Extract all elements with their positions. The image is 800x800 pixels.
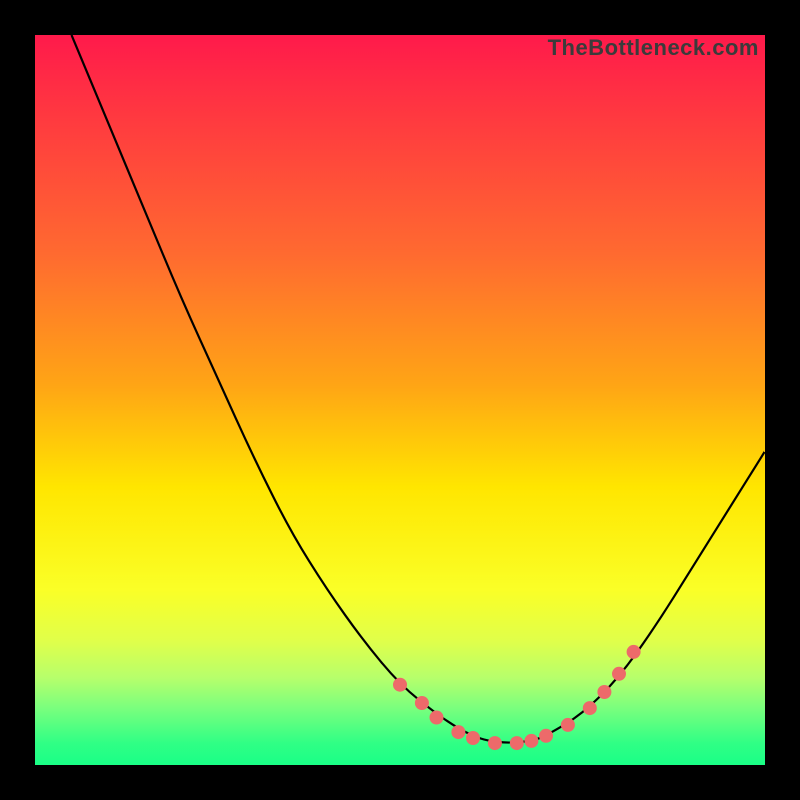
- marker-dot: [488, 736, 502, 750]
- plot-area: TheBottleneck.com: [35, 35, 765, 765]
- marker-dot: [415, 696, 429, 710]
- marker-dot: [612, 667, 626, 681]
- marker-dot: [466, 731, 480, 745]
- marker-dot: [524, 734, 538, 748]
- marker-dot: [451, 725, 465, 739]
- marker-dot: [393, 678, 407, 692]
- bottleneck-curve: [72, 35, 766, 743]
- curve-svg: [35, 35, 765, 765]
- marker-dot: [627, 645, 641, 659]
- marker-dot: [561, 718, 575, 732]
- watermark-text: TheBottleneck.com: [548, 35, 759, 61]
- marker-dot: [583, 701, 597, 715]
- marker-dot: [430, 711, 444, 725]
- marker-dot: [510, 736, 524, 750]
- marker-dot: [597, 685, 611, 699]
- curve-markers: [393, 645, 641, 750]
- marker-dot: [539, 729, 553, 743]
